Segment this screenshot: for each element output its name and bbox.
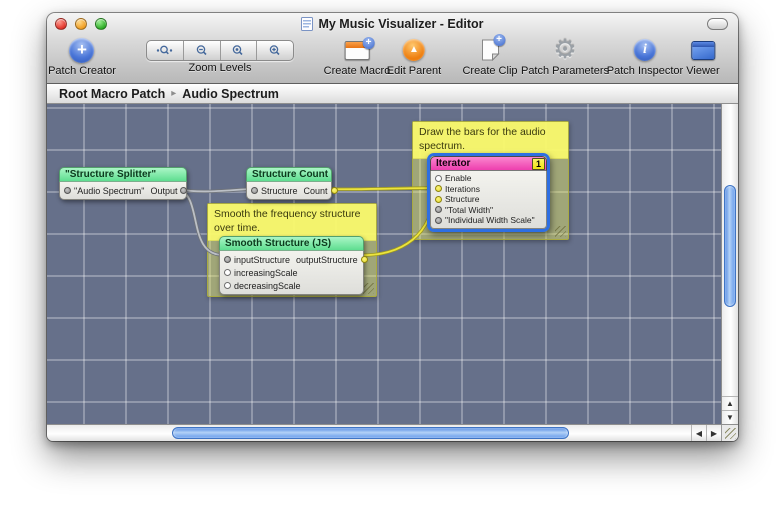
toolbar-item-zoom-levels: Zoom Levels — [146, 36, 294, 74]
toolbar-item-patch-inspector[interactable]: i Patch Inspector — [607, 36, 683, 77]
port-label: Iterations — [445, 184, 480, 194]
port-label: outputStructure — [296, 255, 358, 265]
port-label: increasingScale — [234, 268, 298, 278]
wire-smooth-to-structure[interactable] — [356, 199, 434, 255]
zoom-fit-icon — [156, 44, 173, 57]
toolbar-toggle-button[interactable] — [707, 18, 728, 30]
output-port-outputstructure[interactable] — [361, 256, 368, 263]
toolbar-item-viewer[interactable]: Viewer — [686, 36, 719, 77]
patch-inspector-icon: i — [634, 39, 656, 61]
port-label: "Individual Width Scale" — [445, 215, 535, 225]
input-port-iterations[interactable] — [435, 185, 442, 192]
input-port-total-width[interactable] — [435, 206, 442, 213]
create-clip-icon: + — [481, 39, 499, 61]
patch-canvas[interactable]: Draw the bars for the audio spectrum. Sm… — [47, 104, 721, 424]
vertical-scroll-thumb[interactable] — [724, 185, 736, 307]
port-label: Enable — [445, 173, 471, 183]
wire-splitter-to-smooth[interactable] — [179, 189, 223, 255]
scroll-right-button[interactable]: ▶ — [706, 425, 721, 441]
port-label: "Total Width" — [445, 205, 493, 215]
toolbar: + Patch Creator — [47, 35, 738, 83]
toolbar-item-patch-creator[interactable]: + Patch Creator — [48, 36, 116, 77]
zoom-actual-icon — [231, 44, 245, 57]
breadcrumb: Root Macro Patch ▸ Audio Spectrum — [47, 84, 738, 104]
port-label: decreasingScale — [234, 281, 301, 291]
resize-grip-icon — [725, 428, 736, 439]
port-label: inputStructure — [234, 255, 290, 265]
input-port-decreasingscale[interactable] — [224, 282, 231, 289]
node-title[interactable]: Iterator 1 — [430, 156, 547, 171]
output-port-count[interactable] — [331, 187, 338, 194]
window-resize-corner[interactable] — [721, 425, 738, 441]
document-icon — [301, 17, 313, 31]
node-title[interactable]: Structure Count — [246, 167, 332, 182]
zoom-levels-segmented-control — [146, 40, 294, 61]
port-label: Structure — [261, 186, 298, 196]
patch-creator-label: Patch Creator — [48, 65, 116, 77]
input-port-enable[interactable] — [435, 175, 442, 182]
breadcrumb-root[interactable]: Root Macro Patch — [59, 87, 165, 101]
port-label: "Audio Spectrum" — [74, 186, 144, 196]
node-structure-splitter[interactable]: "Structure Splitter" "Audio Spectrum" Ou… — [59, 167, 187, 200]
input-port-increasingscale[interactable] — [224, 269, 231, 276]
vertical-scrollbar[interactable]: ▲ ▼ — [721, 104, 738, 424]
port-label: Output — [150, 186, 177, 196]
input-port-individual-width-scale[interactable] — [435, 217, 442, 224]
input-port-audio-spectrum[interactable] — [64, 187, 71, 194]
viewer-icon — [691, 41, 715, 60]
title-bar[interactable]: My Music Visualizer - Editor — [47, 13, 738, 35]
zoom-actual-button[interactable] — [221, 41, 258, 60]
scroll-left-button[interactable]: ◀ — [691, 425, 706, 441]
horizontal-scrollbar[interactable] — [47, 425, 691, 441]
scroll-up-button[interactable]: ▲ — [722, 396, 738, 410]
create-macro-label: Create Macro — [324, 65, 391, 77]
output-port-output[interactable] — [180, 187, 187, 194]
input-port-inputstructure[interactable] — [224, 256, 231, 263]
vertical-scroll-track[interactable] — [722, 104, 738, 396]
viewer-label: Viewer — [686, 65, 719, 77]
create-clip-label: Create Clip — [462, 65, 517, 77]
editor-window: My Music Visualizer - Editor + Patch Cre… — [47, 13, 738, 441]
toolbar-item-edit-parent[interactable]: ▲ Edit Parent — [387, 36, 441, 77]
breadcrumb-current[interactable]: Audio Spectrum — [182, 87, 279, 101]
gear-icon: ⚙ — [553, 37, 576, 63]
node-structure-count[interactable]: Structure Count Structure Count — [246, 167, 332, 200]
node-title[interactable]: "Structure Splitter" — [59, 167, 187, 182]
horizontal-scroll-thumb[interactable] — [172, 427, 569, 439]
zoom-levels-label: Zoom Levels — [146, 62, 294, 74]
toolbar-item-patch-parameters[interactable]: ⚙ Patch Parameters — [521, 36, 609, 77]
zoom-in-icon — [268, 44, 282, 57]
connection-wires — [47, 104, 711, 420]
zoom-out-button[interactable] — [184, 41, 221, 60]
zoom-out-icon — [195, 44, 209, 57]
iteration-count-badge: 1 — [532, 158, 545, 170]
toolbar-item-create-macro[interactable]: + Create Macro — [324, 36, 391, 77]
node-smooth-structure[interactable]: Smooth Structure (JS) inputStructure out… — [219, 236, 364, 295]
breadcrumb-separator-icon: ▸ — [171, 88, 176, 99]
patch-creator-icon: + — [70, 38, 95, 63]
edit-parent-label: Edit Parent — [387, 65, 441, 77]
edit-parent-icon: ▲ — [403, 39, 425, 61]
zoom-in-button[interactable] — [257, 41, 293, 60]
patch-inspector-label: Patch Inspector — [607, 65, 683, 77]
input-port-structure[interactable] — [435, 196, 442, 203]
plus-badge-icon: + — [362, 37, 374, 49]
input-port-structure[interactable] — [251, 187, 258, 194]
node-iterator-selection[interactable]: Iterator 1 Enable Iterations Structure "… — [427, 153, 550, 232]
zoom-fit-button[interactable] — [147, 41, 184, 60]
node-title[interactable]: Smooth Structure (JS) — [219, 236, 364, 251]
toolbar-item-create-clip[interactable]: + Create Clip — [462, 36, 517, 77]
window-chrome: My Music Visualizer - Editor + Patch Cre… — [47, 13, 738, 84]
plus-badge-icon: + — [493, 34, 505, 46]
create-macro-icon: + — [344, 41, 369, 60]
port-label: Structure — [445, 194, 480, 204]
patch-parameters-label: Patch Parameters — [521, 65, 609, 77]
scroll-down-button[interactable]: ▼ — [722, 410, 738, 424]
port-label: Count — [304, 186, 328, 196]
window-title: My Music Visualizer - Editor — [318, 17, 483, 31]
